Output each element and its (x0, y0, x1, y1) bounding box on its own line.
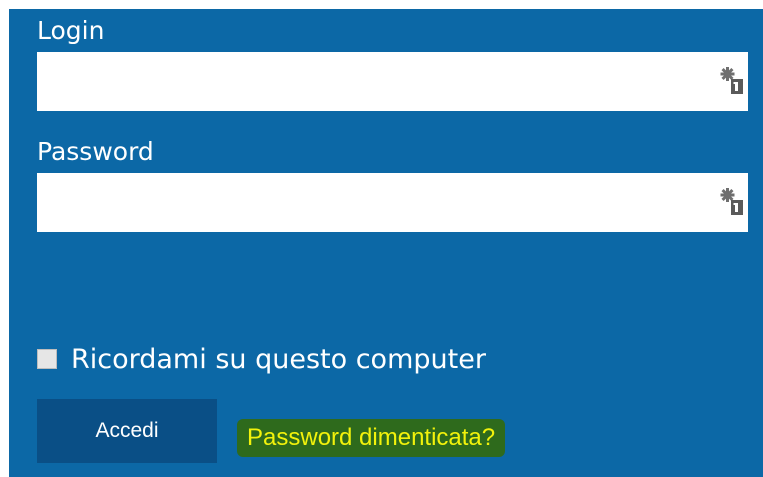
remember-me-row[interactable]: Ricordami su questo computer (37, 343, 486, 375)
login-input[interactable] (37, 52, 677, 111)
remember-me-checkbox[interactable] (37, 349, 57, 369)
password-input[interactable] (37, 173, 677, 232)
password-manager-key-icon[interactable] (718, 66, 744, 96)
login-button[interactable]: Accedi (37, 399, 217, 463)
forgot-password-link[interactable]: Password dimenticata? (237, 419, 506, 457)
remember-me-label[interactable]: Ricordami su questo computer (71, 344, 486, 375)
password-manager-key-icon[interactable] (718, 187, 744, 217)
login-label: Login (37, 16, 105, 45)
password-label: Password (37, 137, 154, 166)
login-panel: Login Password Ricordami su questo compu… (9, 9, 763, 477)
login-field[interactable] (37, 52, 748, 111)
password-field[interactable] (37, 173, 748, 232)
